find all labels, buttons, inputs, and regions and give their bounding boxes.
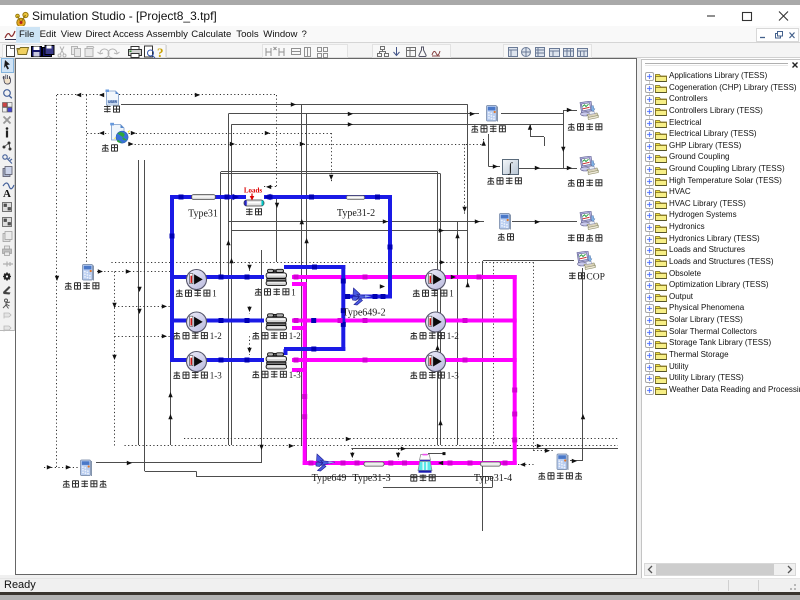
svg-text:A: A	[3, 188, 11, 200]
svg-text:?: ?	[157, 45, 164, 59]
